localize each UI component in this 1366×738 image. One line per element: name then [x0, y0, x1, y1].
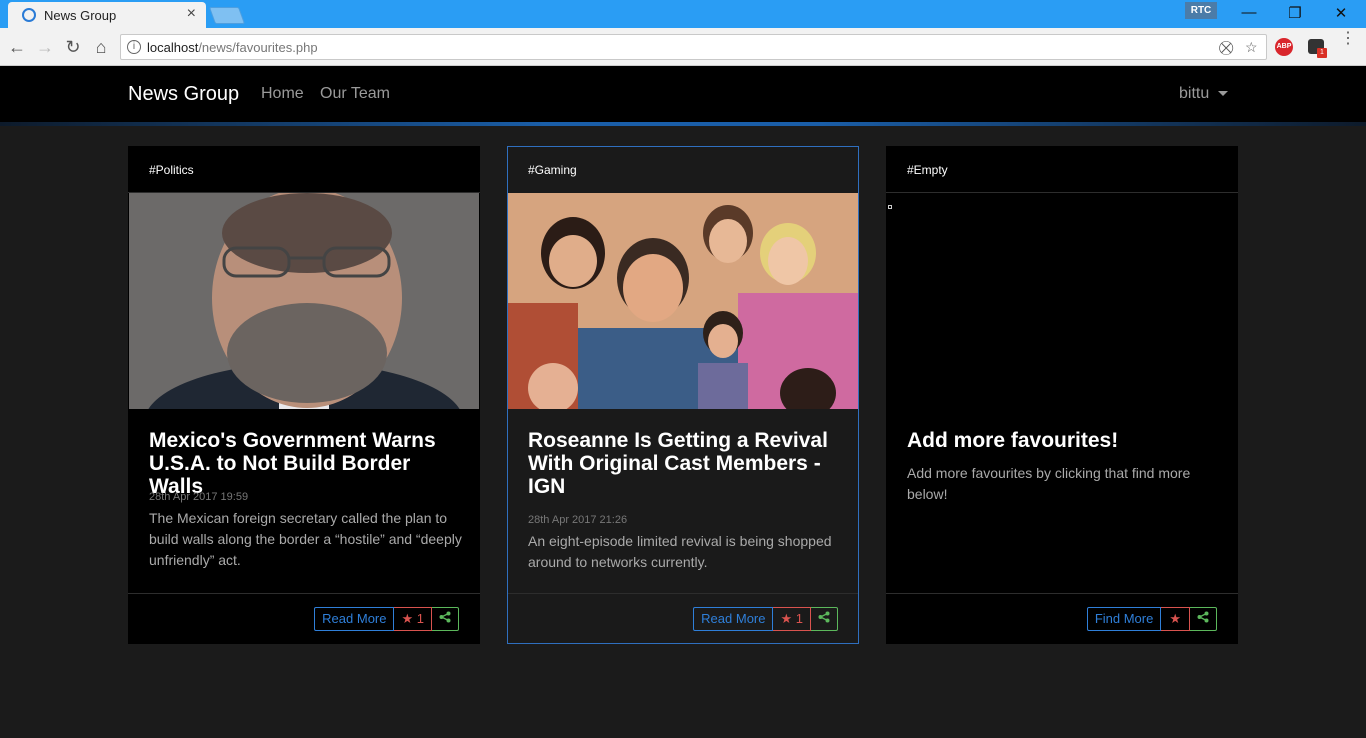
- empty-card: #Empty Add more favourites! Add more fav…: [886, 146, 1238, 644]
- new-tab-button[interactable]: [208, 7, 246, 24]
- card-date: 28th Apr 2017 21:26: [528, 514, 628, 526]
- share-button[interactable]: [811, 607, 838, 631]
- browser-menu-icon[interactable]: ⋮: [1340, 31, 1356, 47]
- star-icon: ★: [401, 611, 414, 626]
- translate-icon[interactable]: ⛒: [1219, 39, 1233, 56]
- minimize-button[interactable]: —: [1234, 4, 1264, 21]
- tab-close-icon[interactable]: ×: [187, 5, 196, 23]
- share-icon: [439, 611, 451, 623]
- card-tag: #Empty: [907, 163, 948, 177]
- card-footer: Read More ★ 1: [128, 593, 480, 644]
- news-card-politics: #Politics Mexico's Government Warns U.S.…: [128, 146, 480, 644]
- card-footer: Read More ★ 1: [508, 593, 858, 644]
- card-image: [129, 193, 479, 409]
- bookmark-star-icon[interactable]: ☆: [1245, 39, 1258, 56]
- card-header: #Politics: [128, 146, 480, 193]
- site-navbar: News Group Home Our Team bittu: [0, 66, 1366, 122]
- card-description: The Mexican foreign secretary called the…: [149, 510, 462, 568]
- share-button[interactable]: [432, 607, 459, 631]
- favourite-button[interactable]: ★: [1161, 607, 1190, 631]
- card-date: 28th Apr 2017 19:59: [149, 491, 249, 503]
- favourite-button[interactable]: ★ 1: [773, 607, 811, 631]
- chevron-down-icon: [1218, 91, 1229, 97]
- share-icon: [818, 611, 830, 623]
- browser-tab[interactable]: News Group ×: [8, 2, 206, 28]
- home-button[interactable]: ⌂: [90, 36, 112, 58]
- user-menu[interactable]: bittu: [1179, 85, 1229, 103]
- close-window-button[interactable]: ✕: [1326, 4, 1356, 22]
- card-header: #Gaming: [508, 147, 858, 194]
- url-text[interactable]: localhost/news/favourites.php: [147, 40, 318, 55]
- favourite-button[interactable]: ★ 1: [394, 607, 432, 631]
- card-description: An eight-episode limited revival is bein…: [528, 533, 832, 570]
- address-bar[interactable]: i localhost/news/favourites.php ⛒ ☆: [120, 34, 1267, 60]
- back-button[interactable]: ←: [6, 36, 28, 58]
- read-more-button[interactable]: Read More: [314, 607, 395, 631]
- card-button-group: Read More ★ 1: [314, 607, 459, 631]
- extension-icon[interactable]: 1: [1308, 39, 1327, 58]
- card-header: #Empty: [886, 146, 1238, 193]
- restore-button[interactable]: ❐: [1280, 4, 1310, 22]
- favourite-count: 1: [416, 611, 424, 626]
- url-host: localhost: [147, 40, 199, 55]
- nav-link-home[interactable]: Home: [261, 85, 304, 103]
- site-info-icon[interactable]: i: [127, 40, 141, 54]
- site-favicon-icon: [22, 8, 36, 22]
- card-button-group: Find More ★: [1086, 607, 1217, 631]
- share-button[interactable]: [1190, 607, 1217, 631]
- tab-title: News Group: [44, 8, 117, 23]
- site-brand[interactable]: News Group: [128, 83, 239, 106]
- user-name: bittu: [1179, 85, 1210, 102]
- card-footer: Find More ★: [886, 593, 1238, 644]
- find-more-button[interactable]: Find More: [1086, 607, 1162, 631]
- navbar-accent-line: [0, 122, 1366, 126]
- card-description: Add more favourites by clicking that fin…: [907, 465, 1191, 502]
- card-button-group: Read More ★ 1: [693, 607, 838, 631]
- share-icon: [1197, 611, 1209, 623]
- adblock-plus-icon[interactable]: ABP: [1275, 38, 1293, 56]
- news-card-gaming: #Gaming Roseanne Is Getting a Revival Wi…: [507, 146, 859, 644]
- star-icon: ★: [780, 611, 793, 626]
- read-more-button[interactable]: Read More: [693, 607, 774, 631]
- card-title[interactable]: Mexico's Government Warns U.S.A. to Not …: [149, 429, 469, 498]
- browser-toolbar: ← → ↻ ⌂ i localhost/news/favourites.php …: [0, 28, 1366, 66]
- reload-button[interactable]: ↻: [62, 36, 84, 58]
- broken-image-placeholder: [888, 205, 892, 209]
- rtc-label: RTC: [1185, 2, 1217, 19]
- card-tag: #Politics: [149, 163, 194, 177]
- favourite-count: 1: [795, 611, 803, 626]
- card-title: Add more favourites!: [907, 429, 1119, 452]
- extension-badge: 1: [1317, 48, 1327, 58]
- url-path: /news/favourites.php: [198, 40, 318, 55]
- star-icon: ★: [1169, 611, 1181, 626]
- forward-button[interactable]: →: [34, 36, 56, 58]
- card-tag: #Gaming: [528, 163, 577, 177]
- card-image: [508, 193, 858, 409]
- browser-tab-strip: News Group × RTC — ❐ ✕: [0, 0, 1366, 28]
- card-title[interactable]: Roseanne Is Getting a Revival With Origi…: [528, 429, 848, 498]
- nav-link-our-team[interactable]: Our Team: [320, 85, 390, 103]
